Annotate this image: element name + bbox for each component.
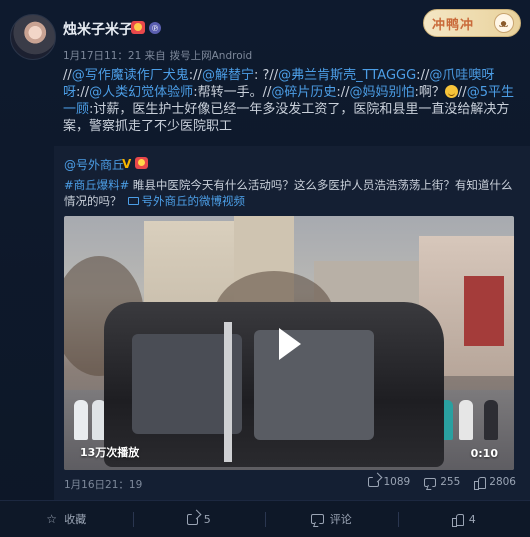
avatar[interactable] [10,14,56,60]
post-text-segment: :帮转一手。 [193,85,263,100]
post-timestamp[interactable]: 1月17日11：21 来自 [63,50,166,62]
comment-icon [310,514,324,524]
repost-stats: 1089 255 2806 [368,476,516,490]
repost-comment-stat[interactable]: 255 [424,476,460,488]
weibo-post-card: 烛米子米子 ℗ 1月17日11：21 来自 拨号上网Android 冲鸭冲 ᴥ /… [0,0,530,537]
cat-icon: ᴥ [494,13,514,33]
star-icon: ☆ [46,512,58,526]
repost-like-count: 2806 [489,476,516,488]
action-bar: ☆ 收藏 5 评论 4 [0,500,530,537]
mention-link[interactable]: @写作魔读作厂犬鬼 [72,68,189,83]
video-icon [127,197,139,205]
post-text-segment: // [80,85,90,100]
comment-icon [424,477,437,487]
repost-share-count: 1089 [383,476,411,488]
forward-button[interactable]: 5 [132,501,266,537]
repost-text: #商丘爆料# 睢县中医院今天有什么活动吗？这么多医护人员浩浩荡荡上街？有知道什么… [64,177,520,209]
mention-link[interactable]: @弗兰肯斯壳_TTAGGG [278,68,416,83]
repost-comment-count: 255 [440,476,461,488]
post-text-segment: // [269,68,279,83]
post-text-segment: // [420,68,430,83]
mention-link[interactable]: @妈妈别怕 [350,85,415,100]
like-count: 4 [468,512,476,526]
post-text-segment: // [193,68,202,83]
post-text-segment: // [63,68,72,83]
topic-tag[interactable]: #商丘爆料# [64,178,129,192]
post-text-segment: :啊？ [414,85,445,100]
vip-icon[interactable] [135,157,148,169]
video-player[interactable]: 13万次播放 0:10 [64,216,514,470]
forward-icon [186,513,198,525]
vip-icon[interactable] [131,21,145,34]
video-link-label: 号外商丘的微博视频 [141,194,246,208]
decoration-badge-text: 冲鸭冲 [432,17,475,33]
post-text-segment: : ? [253,68,270,83]
like-icon [451,513,464,527]
favorite-label: 收藏 [64,513,87,526]
video-link[interactable]: 号外商丘的微博视频 [127,194,246,208]
level-icon[interactable]: ℗ [149,22,161,34]
post-text-segment: :讨薪，医生护士好像已经一年多没发工资了，医院和县里一直没给解决方案，警察抓走了… [63,102,510,134]
video-view-count: 13万次播放 [80,446,140,459]
favorite-button[interactable]: ☆ 收藏 [0,501,133,537]
comment-label: 评论 [329,513,352,526]
share-icon [368,477,380,487]
repost-timestamp[interactable]: 1月16日21：19 [64,477,142,492]
video-frame-person [459,400,473,440]
post-text-segment: // [340,85,350,100]
post-meta: 1月17日11：21 来自 拨号上网Android [63,48,252,63]
like-icon [474,476,487,490]
mention-link[interactable]: @解替宁 [202,68,254,83]
comment-button[interactable]: 评论 [265,501,398,537]
video-frame-person [484,400,498,440]
decoration-badge: 冲鸭冲 ᴥ [423,9,521,37]
smile-emoji-icon [444,85,458,98]
post-source: 拨号上网Android [169,50,253,62]
verified-icon: V [122,157,132,171]
repost-author[interactable]: @号外商丘 [64,156,124,173]
mention-link[interactable]: @人类幻觉体验师 [89,85,193,100]
mention-link[interactable]: @碎片历史 [271,85,336,100]
play-icon[interactable] [265,322,309,366]
repost-share-stat[interactable]: 1089 [368,476,410,488]
video-duration: 0:10 [470,447,498,460]
repost-box: @号外商丘 V #商丘爆料# 睢县中医院今天有什么活动吗？这么多医护人员浩浩荡荡… [54,146,530,500]
username[interactable]: 烛米子米子 [63,19,133,39]
video-frame-building [464,276,504,346]
post-text: //@写作魔读作厂犬鬼://@解替宁: ?//@弗兰肯斯壳_TTAGGG://@… [63,67,521,135]
video-frame-person [74,400,88,440]
like-button[interactable]: 4 [397,501,530,537]
video-frame-trim [224,322,232,462]
forward-count: 5 [203,512,211,526]
post-text-segment: // [457,85,467,100]
repost-like-stat[interactable]: 2806 [474,476,516,490]
